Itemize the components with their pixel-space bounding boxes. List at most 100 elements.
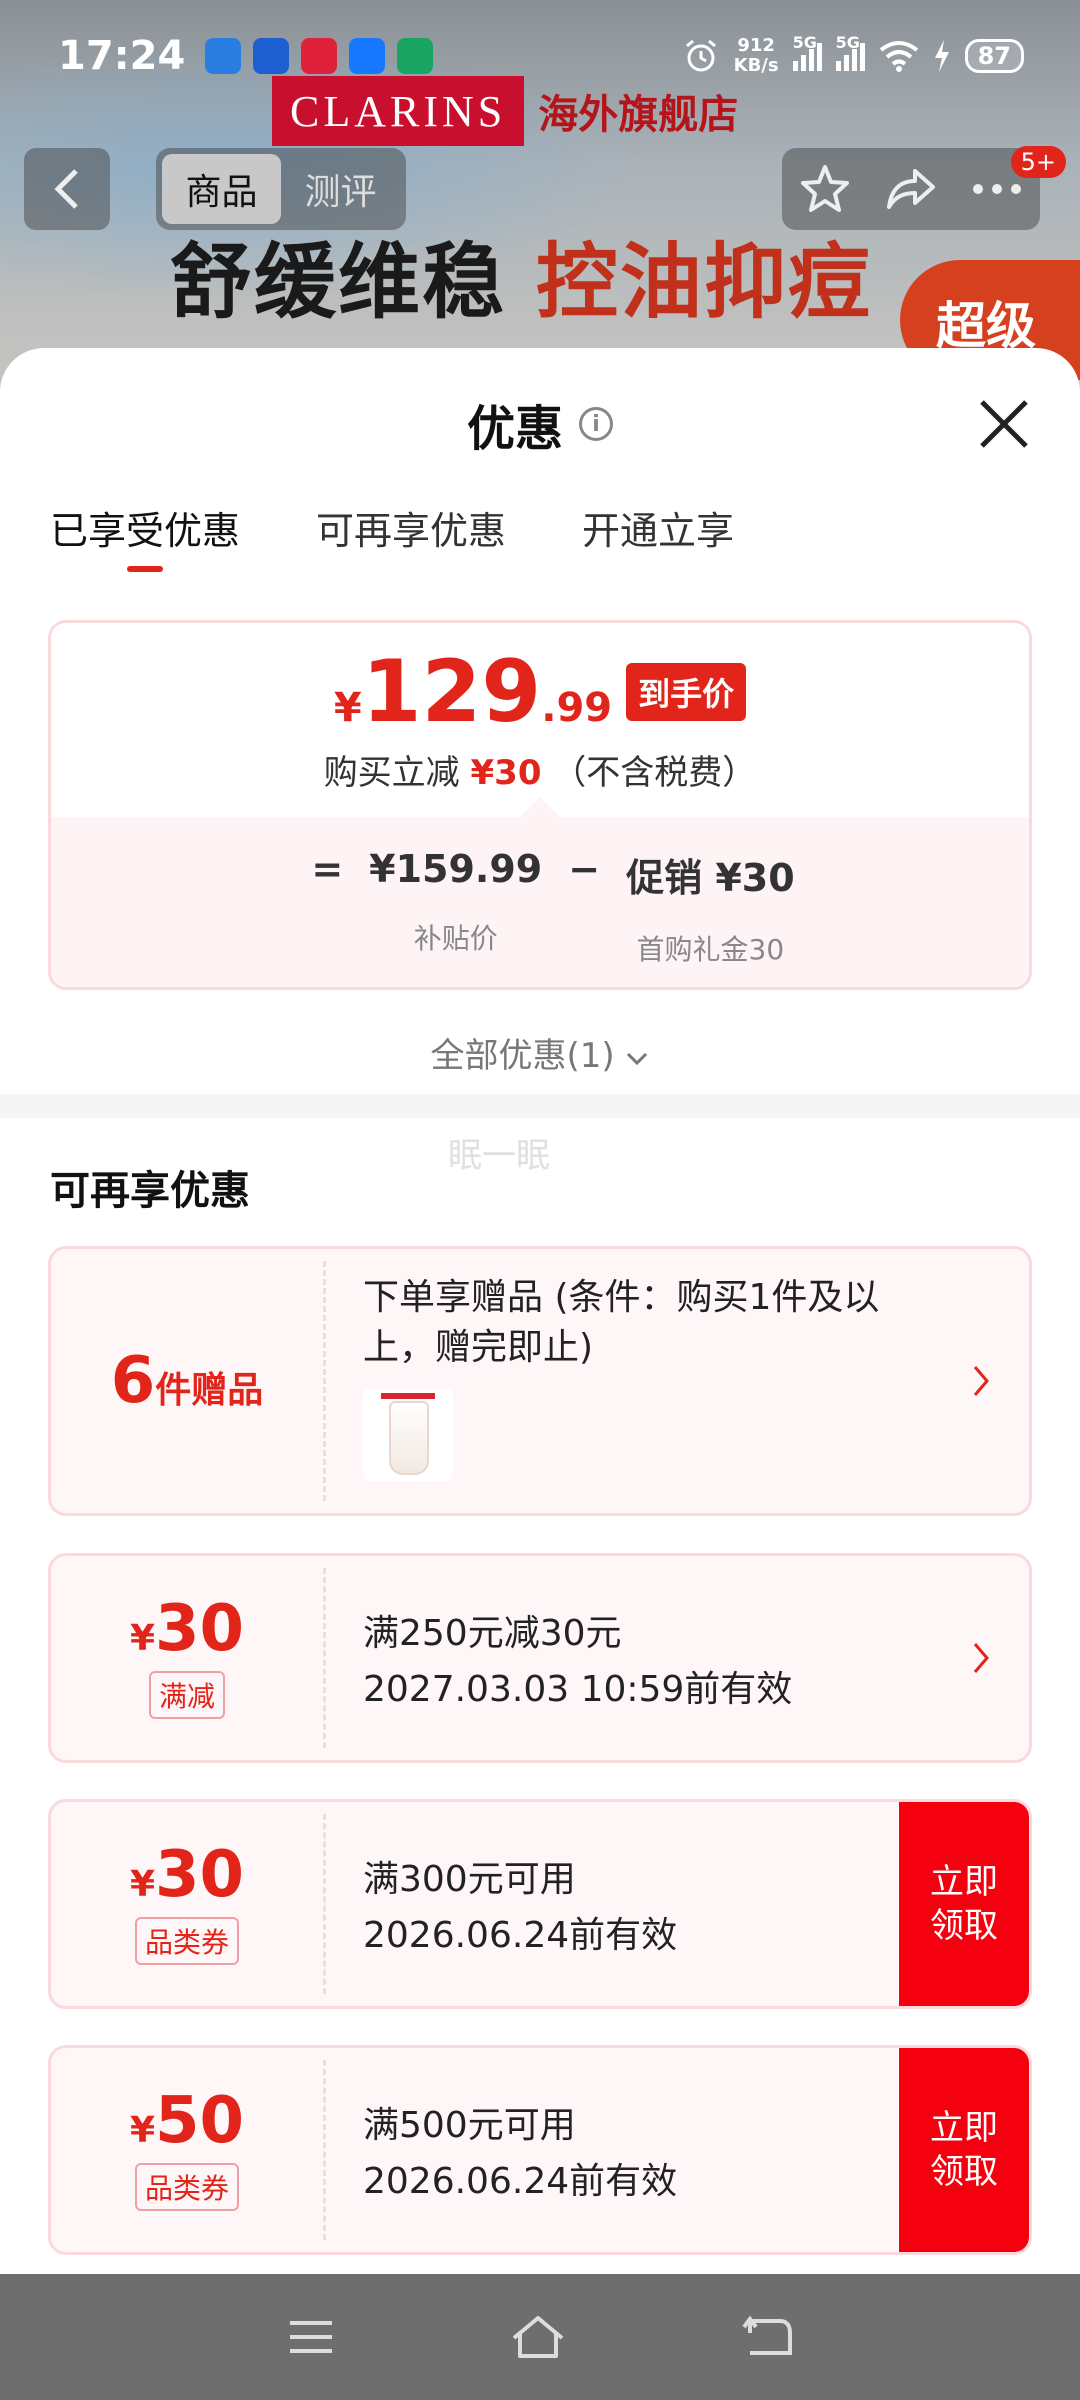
coupon-kind-tag: 品类券 (134, 1917, 239, 1965)
coupon-value: ¥ 50 品类券 (51, 2048, 323, 2252)
signal-icon-2: 5G (835, 33, 865, 71)
section-title: 可再享优惠 (50, 1168, 250, 1214)
note-suffix: （不含税费） (552, 753, 757, 793)
gift-info: 下单享赠品 (条件：购买1件及以上，赠完即止) (363, 1249, 929, 1513)
tab-review[interactable]: 测评 (281, 154, 400, 224)
coupon-currency: ¥ (129, 1864, 155, 1905)
sim2-label: 5G (835, 33, 860, 52)
sheet-title: 优惠 (466, 401, 563, 457)
discount-tabs: 已享受优惠 可再享优惠 开通立享 (0, 500, 1080, 590)
status-time: 17:24 (58, 33, 186, 79)
coupon-amount-number: 50 (155, 2084, 245, 2158)
message-app-icon (205, 38, 242, 74)
gift-product-thumbnail[interactable] (363, 1389, 453, 1481)
coupon-value: ¥ 30 品类券 (51, 1802, 323, 2006)
favorite-button[interactable] (790, 154, 860, 224)
share-icon (887, 169, 935, 209)
promo-label: 首购礼金30 (636, 933, 785, 966)
coupon-condition: 满250元减30元 (363, 1613, 622, 1654)
coupon-info: 满300元可用 2026.06.24前有效 (363, 1802, 869, 2006)
coupon-kind-tag: 满减 (148, 1671, 225, 1719)
price-integer: 129 (361, 642, 542, 742)
headline-right: 控油抑痘 (536, 235, 873, 330)
chevron-right-icon (973, 1366, 989, 1396)
coupon-card[interactable]: ¥ 30 满减 满250元减30元 2027.03.03 10:59前有效 (48, 1553, 1032, 1763)
coupon-currency: ¥ (129, 2110, 155, 2151)
gift-description: 下单享赠品 (条件：购买1件及以上，赠完即止) (363, 1277, 880, 1368)
coupon-amount-number: 30 (155, 1838, 245, 1912)
message-count-badge: 5+ (1010, 146, 1066, 178)
net-speed-unit: KB/s (733, 55, 779, 76)
sim1-label: 5G (792, 33, 817, 52)
promo-value: 促销 ¥30 (626, 856, 795, 900)
note-amount: ¥30 (470, 753, 542, 793)
coupon-card: ¥ 30 品类券 满300元可用 2026.06.24前有效 立即 领取 (48, 1799, 1032, 2009)
subsidy-price-label: 补贴价 (413, 922, 498, 955)
coupon-amount: ¥ 30 (130, 1597, 244, 1661)
coupon-condition: 满500元可用 (363, 2105, 576, 2146)
info-icon[interactable]: i (579, 407, 613, 441)
final-price-tag: 到手价 (626, 663, 747, 721)
notification-icons (205, 38, 434, 74)
final-price: ¥ 129 .99 到手价 (51, 649, 1029, 735)
coupon-validity: 2026.06.24前有效 (363, 1915, 678, 1956)
price-decimal: .99 (541, 685, 613, 731)
back-button[interactable] (24, 148, 110, 230)
promo-col: 促销 ¥30 首购礼金30 (626, 847, 795, 968)
all-promos-toggle[interactable]: 全部优惠(1) (0, 1028, 1080, 1088)
gift-count-number: 6 (110, 1344, 156, 1418)
shopping-app-icon (301, 38, 338, 74)
coupon-condition: 满300元可用 (363, 1859, 576, 1900)
coupon-separator (323, 1261, 326, 1501)
coupon-amount: ¥ 30 (130, 1843, 244, 1907)
coupon-info: 满500元可用 2026.06.24前有效 (363, 2048, 869, 2252)
tab-more-available[interactable]: 可再享优惠 (316, 500, 506, 572)
price-formula: = ¥159.99 补贴价 − 促销 ¥30 首购礼金30 (51, 847, 1029, 968)
final-price-card: ¥ 129 .99 到手价 购买立减 ¥30 （不含税费） = ¥159.99 … (48, 620, 1032, 990)
net-speed-value: 912 (737, 35, 775, 56)
menu-icon[interactable] (286, 2317, 336, 2357)
share-button[interactable] (876, 154, 946, 224)
tab-activate[interactable]: 开通立享 (582, 500, 734, 572)
coupon-validity: 2026.06.24前有效 (363, 2161, 678, 2202)
coupon-separator (323, 2060, 326, 2240)
claim-button-label: 立即 领取 (930, 1862, 998, 1946)
gift-offer-card[interactable]: 6 件赠品 下单享赠品 (条件：购买1件及以上，赠完即止) (48, 1246, 1032, 1516)
chevron-right-icon (973, 1643, 989, 1673)
coupon-amount: ¥ 50 (130, 2089, 244, 2153)
discount-note: 购买立减 ¥30 （不含税费） (51, 745, 1029, 794)
signal-icon: 5G (792, 33, 822, 71)
home-icon[interactable] (508, 2312, 568, 2362)
wallet-app-icon (397, 38, 434, 74)
gift-count-amount: 6 件赠品 (111, 1349, 264, 1413)
subsidy-price-col: ¥159.99 补贴价 (369, 847, 542, 968)
coupon-separator (323, 1568, 326, 1748)
claim-coupon-button[interactable]: 立即 领取 (899, 1802, 1029, 2006)
chevron-down-icon (627, 1052, 648, 1066)
nav-actions (782, 148, 1040, 230)
coupon-value: ¥ 30 满减 (51, 1556, 323, 1760)
tab-enjoyed[interactable]: 已享受优惠 (50, 500, 240, 572)
product-headline: 舒缓维稳 控油抑痘 (170, 215, 872, 334)
equals-sign: = (311, 847, 344, 891)
headline-left: 舒缓维稳 (170, 235, 507, 330)
subsidy-price-value: ¥159.99 (369, 847, 543, 891)
browser-app-icon (253, 38, 290, 74)
back-nav-icon[interactable] (740, 2313, 794, 2361)
coupon-currency: ¥ (129, 1618, 155, 1659)
alarm-icon (685, 39, 716, 72)
battery-indicator: 87 (964, 39, 1024, 73)
gift-count-unit: 件赠品 (155, 1370, 264, 1411)
close-icon[interactable] (972, 392, 1036, 456)
coupon-kind-tag: 品类券 (134, 2163, 239, 2211)
final-price-summary: ¥ 129 .99 到手价 购买立减 ¥30 （不含税费） (51, 623, 1029, 819)
wifi-icon (879, 41, 918, 72)
watermark: 眠一眠 (448, 1136, 550, 1176)
coupon-validity: 2027.03.03 10:59前有效 (363, 1669, 793, 1710)
star-icon (801, 165, 849, 212)
currency-symbol: ¥ (333, 685, 362, 731)
tab-product[interactable]: 商品 (162, 154, 281, 224)
coupon-card: ¥ 50 品类券 满500元可用 2026.06.24前有效 立即 领取 (48, 2045, 1032, 2255)
section-divider (0, 1094, 1080, 1118)
claim-coupon-button[interactable]: 立即 领取 (899, 2048, 1029, 2252)
